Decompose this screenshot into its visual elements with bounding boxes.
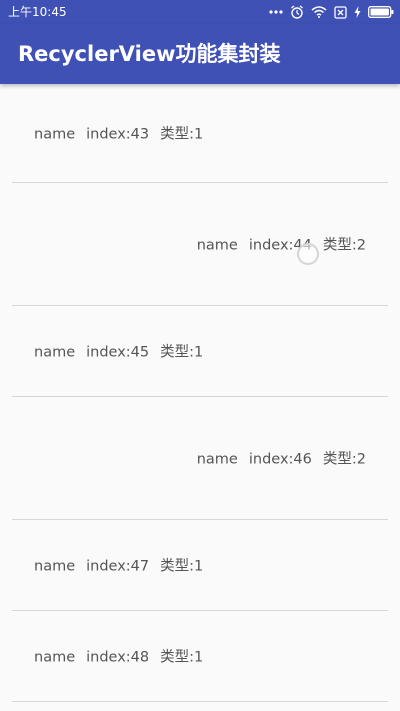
- item-name: name: [196, 451, 238, 468]
- status-icons: [269, 3, 394, 21]
- list-item-text: name index:43 类型:1: [34, 123, 203, 144]
- item-type: 类型:2: [322, 451, 366, 468]
- item-index: index:43: [86, 126, 150, 143]
- item-name: name: [34, 126, 76, 143]
- charging-icon: [354, 6, 361, 18]
- status-time: 上午10:45: [8, 5, 67, 19]
- item-name: name: [34, 558, 76, 575]
- list-item[interactable]: name index:43 类型:1: [0, 84, 400, 182]
- item-type: 类型:1: [160, 344, 204, 361]
- status-bar: 上午10:45: [0, 0, 400, 24]
- battery-icon: [368, 6, 394, 18]
- recycler-list[interactable]: name index:43 类型:1 name index:44 类型:2 name in…: [0, 84, 400, 711]
- list-item-text: name index:47 类型:1: [34, 555, 203, 576]
- wifi-icon: [311, 6, 327, 18]
- list-item-text: name index:44 类型:2: [197, 234, 366, 255]
- item-type: 类型:2: [322, 237, 366, 254]
- touch-indicator: [297, 243, 319, 265]
- item-type: 类型:1: [160, 649, 204, 666]
- divider: [12, 701, 388, 702]
- list-item[interactable]: name index:44 类型:2: [0, 183, 400, 305]
- item-name: name: [34, 649, 76, 666]
- item-type: 类型:1: [160, 126, 204, 143]
- item-index: index:47: [86, 558, 150, 575]
- list-item[interactable]: name index:48 类型:1: [0, 611, 400, 701]
- item-index: index:45: [86, 344, 150, 361]
- list-item[interactable]: name index:47 类型:1: [0, 520, 400, 610]
- list-item-text: name index:45 类型:1: [34, 341, 203, 362]
- item-index: index:46: [248, 451, 312, 468]
- app-toolbar: RecyclerView功能集封装: [0, 24, 400, 84]
- list-item[interactable]: name index:45 类型:1: [0, 306, 400, 396]
- item-name: name: [196, 237, 238, 254]
- list-item-text: name index:46 类型:2: [197, 448, 366, 469]
- page-title: RecyclerView功能集封装: [18, 42, 281, 66]
- list-item-text: name index:48 类型:1: [34, 646, 203, 667]
- screen: 上午10:45 RecyclerView功能集封装 name index:43 …: [0, 0, 400, 711]
- sim-x-icon: [334, 5, 347, 19]
- more-dots-icon: [269, 10, 283, 14]
- item-type: 类型:1: [160, 558, 204, 575]
- alarm-icon: [291, 5, 303, 19]
- list-item[interactable]: name index:46 类型:2: [0, 397, 400, 519]
- item-name: name: [34, 344, 76, 361]
- item-index: index:48: [86, 649, 150, 666]
